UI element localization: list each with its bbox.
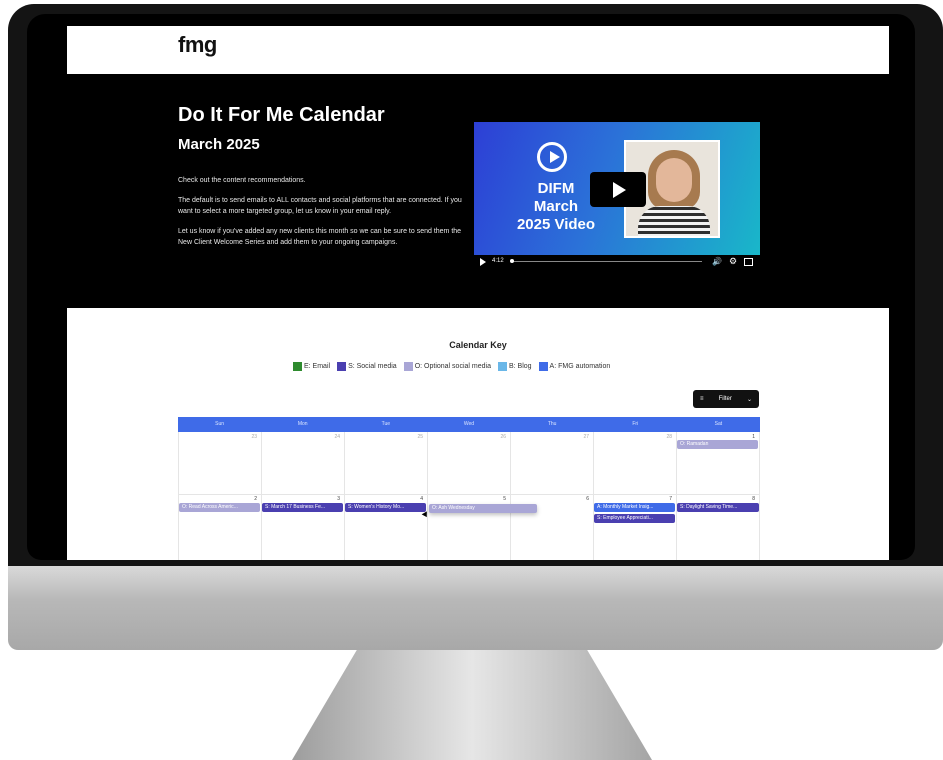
- legend-item-optional: O: Optional social media: [403, 361, 491, 371]
- monitor-stand: [292, 650, 652, 760]
- weekday-label: Thu: [547, 421, 557, 427]
- legend-swatch: [497, 361, 507, 371]
- legend-label: B: Blog: [508, 362, 532, 370]
- day-number: 6: [586, 496, 589, 502]
- weekday-label: Fri: [632, 421, 639, 427]
- filter-button[interactable]: ≡ Filter ⌄: [693, 390, 759, 408]
- day-number: 7: [669, 496, 672, 502]
- calendar-day[interactable]: 23: [178, 432, 262, 494]
- calendar-section: Calendar Key E: Email S: Social media O:…: [67, 308, 889, 560]
- video-time: 4:12: [492, 258, 504, 264]
- day-number: 24: [334, 434, 340, 440]
- play-icon[interactable]: [480, 258, 486, 266]
- filter-label: Filter: [718, 396, 732, 402]
- calendar-day[interactable]: 28: [594, 432, 677, 494]
- legend-swatch: [293, 361, 302, 371]
- legend-item-email: E: Email: [293, 361, 331, 371]
- calendar-day[interactable]: 24: [262, 432, 345, 494]
- hero-paragraph: The default is to send emails to ALL con…: [178, 197, 462, 215]
- calendar-key-title: Calendar Key: [449, 340, 507, 350]
- weekday-label: Tue: [381, 421, 391, 427]
- calendar-event[interactable]: O: Read Across Americ...: [179, 503, 260, 512]
- hero-paragraph: Check out the content recommendations.: [178, 177, 306, 184]
- calendar-day[interactable]: 27: [511, 432, 594, 494]
- video-progress-knob[interactable]: [510, 259, 514, 263]
- calendar-grid: 23 24 25 26 27 28 1 2 3 4 5 6 7 8 O: Ram…: [178, 432, 760, 560]
- calendar-day[interactable]: 26: [428, 432, 511, 494]
- fullscreen-icon[interactable]: [744, 258, 753, 266]
- legend-item-blog: B: Blog: [497, 361, 532, 371]
- monitor-chin: [8, 566, 943, 650]
- weekday-label: Sat: [714, 421, 723, 427]
- calendar-event[interactable]: S: Women's History Mo...: [345, 503, 426, 512]
- calendar-week: 23 24 25 26 27 28 1: [178, 432, 760, 495]
- hero-description: Check out the content recommendations. T…: [178, 175, 463, 257]
- calendar-event[interactable]: S: March 17 Business Fe...: [262, 503, 343, 512]
- filter-icon: ≡: [700, 396, 704, 402]
- page-subtitle: March 2025: [178, 136, 260, 153]
- calendar-weekday-header: Sun Mon Tue Wed Thu Fri Sat: [178, 417, 760, 432]
- legend-label: O: Optional social media: [414, 362, 491, 370]
- video-player[interactable]: DIFM March 2025 Video: [474, 122, 760, 255]
- video-controls: 4:12 🔊 ⚙: [474, 255, 760, 269]
- calendar-event[interactable]: S: Employee Appreciati...: [594, 514, 675, 523]
- day-number: 28: [666, 434, 672, 440]
- page-title: Do It For Me Calendar: [178, 104, 385, 126]
- day-number: 3: [337, 496, 340, 502]
- day-number: 27: [583, 434, 589, 440]
- legend-item-social: S: Social media: [337, 361, 397, 371]
- site-header: fmg: [67, 26, 889, 74]
- calendar-legend: E: Email S: Social media O: Optional soc…: [293, 360, 610, 372]
- calendar-event[interactable]: O: Ash Wednesday: [429, 504, 537, 513]
- play-button[interactable]: [590, 172, 646, 207]
- legend-swatch: [403, 361, 413, 371]
- video-progress-track[interactable]: [512, 261, 702, 262]
- day-number: 26: [500, 434, 506, 440]
- weekday-label: Sun: [215, 421, 225, 427]
- settings-icon[interactable]: ⚙: [729, 256, 737, 267]
- day-number: 23: [251, 434, 257, 440]
- weekday-label: Wed: [463, 421, 475, 427]
- calendar-event[interactable]: A: Monthly Market Insig...: [594, 503, 675, 512]
- legend-swatch: [538, 361, 548, 371]
- legend-label: S: Social media: [348, 362, 397, 370]
- play-circle-icon: [537, 142, 567, 172]
- legend-item-automation: A: FMG automation: [538, 361, 611, 371]
- day-number: 2: [254, 496, 257, 502]
- calendar-event[interactable]: O: Ramadan: [677, 440, 758, 449]
- calendar-event[interactable]: S: Daylight Saving Time...: [677, 503, 759, 512]
- monitor-screen: fmg Do It For Me Calendar March 2025 Che…: [27, 14, 915, 560]
- day-number: 4: [420, 496, 423, 502]
- volume-icon[interactable]: 🔊: [712, 257, 722, 266]
- calendar-day[interactable]: 25: [345, 432, 428, 494]
- fmg-logo[interactable]: fmg: [178, 32, 217, 58]
- day-number: 5: [503, 496, 506, 502]
- legend-swatch: [337, 361, 347, 371]
- legend-label: E: Email: [304, 362, 331, 370]
- video-caption-line: 2025 Video: [516, 216, 596, 233]
- weekday-label: Mon: [297, 421, 308, 427]
- hero-paragraph: Let us know if you've added any new clie…: [178, 228, 462, 246]
- day-number: 25: [417, 434, 423, 440]
- day-number: 8: [752, 496, 755, 502]
- chevron-down-icon: ⌄: [746, 396, 752, 403]
- legend-label: A: FMG automation: [549, 362, 611, 370]
